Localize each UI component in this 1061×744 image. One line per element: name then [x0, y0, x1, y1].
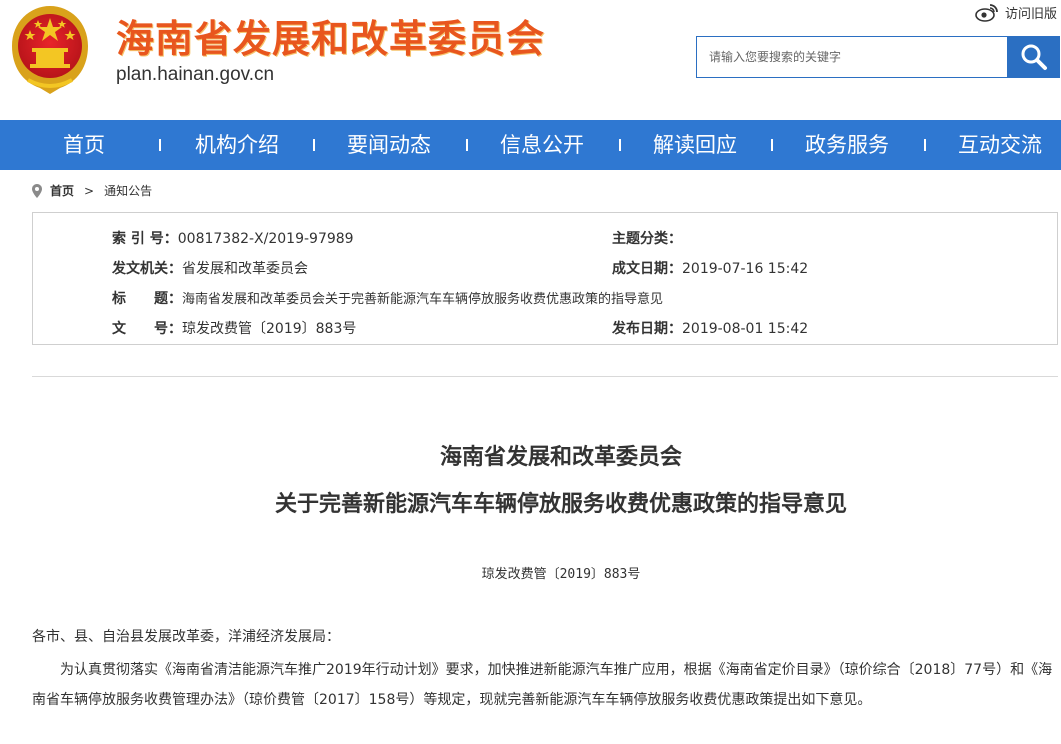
article-doc-number: 琼发改费管〔2019〕883号	[481, 567, 641, 582]
article-title-subject: 关于完善新能源汽车车辆停放服务收费优惠政策的指导意见	[274, 491, 847, 517]
meta-title-value: 海南省发展和改革委员会关于完善新能源汽车车辆停放服务收费优惠政策的指导意见	[182, 292, 664, 307]
meta-topic-label: 主题分类：	[612, 231, 682, 247]
breadcrumb-current[interactable]: 通知公告	[104, 182, 152, 199]
meta-published-value: 2019-08-01 15:42	[682, 321, 809, 337]
breadcrumb-home[interactable]: 首页	[50, 182, 74, 199]
national-emblem-logo[interactable]	[8, 4, 92, 96]
meta-docno: 文 号：琼发改费管〔2019〕883号	[112, 318, 356, 338]
breadcrumb-separator-icon: >	[84, 183, 95, 198]
article-paragraph: 为认真贯彻落实《海南省清洁能源汽车推广2019年行动计划》要求，加快推进新能源汽…	[32, 662, 1053, 708]
section-divider	[32, 376, 1058, 377]
weibo-icon[interactable]	[975, 2, 999, 22]
site-title[interactable]: 海南省发展和改革委员会	[116, 8, 545, 63]
nav-item-news[interactable]: 要闻动态	[347, 120, 431, 170]
meta-published-label: 发布日期：	[612, 321, 682, 337]
meta-docno-value: 琼发改费管〔2019〕883号	[182, 321, 357, 337]
nav-item-about[interactable]: 机构介绍	[195, 120, 279, 170]
meta-issuer: 发文机关：省发展和改革委员会	[112, 258, 308, 278]
meta-created-value: 2019-07-16 15:42	[682, 261, 809, 277]
meta-issuer-label: 发文机关：	[112, 261, 182, 277]
search-input[interactable]	[697, 37, 1007, 77]
search-icon	[1021, 44, 1047, 70]
nav-separator	[466, 139, 468, 151]
nav-separator	[924, 139, 926, 151]
site-domain: plan.hainan.gov.cn	[116, 64, 275, 85]
meta-created-label: 成文日期：	[612, 261, 682, 277]
nav-item-services[interactable]: 政务服务	[805, 120, 889, 170]
meta-created: 成文日期：2019-07-16 15:42	[612, 258, 808, 278]
nav-separator	[771, 139, 773, 151]
nav-separator	[619, 139, 621, 151]
meta-title-label: 标 题：	[112, 291, 182, 307]
location-pin-icon	[32, 183, 42, 198]
nav-separator	[313, 139, 315, 151]
main-nav: 首页 机构介绍 要闻动态 信息公开 解读回应 政务服务 互动交流	[0, 120, 1061, 170]
old-version-label[interactable]: 访问旧版	[1005, 3, 1057, 22]
search-box	[696, 36, 1008, 78]
nav-item-interaction[interactable]: 互动交流	[958, 120, 1042, 170]
meta-topic: 主题分类：	[612, 228, 682, 248]
nav-separator	[159, 139, 161, 151]
meta-docno-label: 文 号：	[112, 321, 182, 337]
document-meta-table: 索 引 号：00817382-X/2019-97989 主题分类： 发文机关：省…	[32, 212, 1058, 345]
old-version-link[interactable]: 访问旧版	[975, 2, 1057, 22]
meta-published: 发布日期：2019-08-01 15:42	[612, 318, 808, 338]
breadcrumb: 首页 > 通知公告	[32, 182, 152, 199]
nav-item-interpretation[interactable]: 解读回应	[653, 120, 737, 170]
article-salutation: 各市、县、自治县发展改革委，洋浦经济发展局：	[32, 629, 340, 645]
meta-index-label: 索 引 号：	[112, 231, 178, 247]
nav-item-info-disclosure[interactable]: 信息公开	[500, 120, 584, 170]
meta-title: 标 题：海南省发展和改革委员会关于完善新能源汽车车辆停放服务收费优惠政策的指导意…	[112, 288, 663, 308]
meta-index-value: 00817382-X/2019-97989	[177, 231, 354, 247]
search-button[interactable]	[1008, 36, 1060, 78]
meta-index: 索 引 号：00817382-X/2019-97989	[112, 228, 354, 248]
article-title-issuer: 海南省发展和改革委员会	[439, 444, 682, 470]
meta-issuer-value: 省发展和改革委员会	[182, 261, 308, 277]
nav-item-home[interactable]: 首页	[63, 120, 105, 170]
site-header: 海南省发展和改革委员会 plan.hainan.gov.cn 访问旧版	[0, 0, 1061, 120]
